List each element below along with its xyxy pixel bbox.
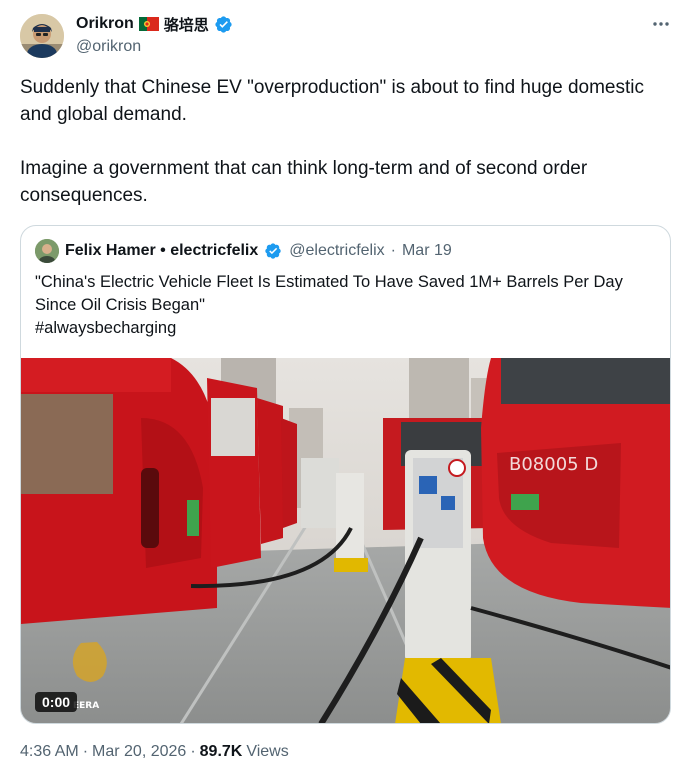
author-name[interactable]: Orikron (76, 15, 134, 33)
quoted-tweet[interactable]: Felix Hamer • electricfelix @electricfel… (20, 225, 671, 724)
more-horizontal-icon (652, 14, 670, 32)
views-label: Views (246, 743, 289, 760)
verified-badge-icon[interactable] (214, 15, 233, 34)
author-name-cjk: 骆培思 (163, 16, 209, 34)
quote-header: Felix Hamer • electricfelix @electricfel… (35, 239, 452, 263)
separator-dot: · (390, 242, 396, 259)
quote-text: "China's Electric Vehicle Fleet Is Estim… (35, 271, 660, 340)
portugal-flag-icon (138, 17, 159, 31)
video-thumbnail: B08005 D EERA (21, 358, 670, 723)
tweet: Orikron 骆培思 @orikron Suddenly that Chine… (0, 0, 692, 777)
more-options-button[interactable] (648, 12, 674, 34)
video-player[interactable]: B08005 D EERA 0:00 (21, 358, 670, 723)
separator-dot: · (82, 743, 89, 760)
tweet-meta: 4:36 AM · Mar 20, 2026 · 89.7K Views (20, 743, 289, 761)
quote-author-avatar[interactable] (35, 239, 59, 263)
quote-body: "China's Electric Vehicle Fleet Is Estim… (35, 273, 623, 314)
avatar-image (20, 14, 64, 58)
tweet-time[interactable]: 4:36 AM (20, 743, 79, 761)
bus-plate-text: B08005 D (509, 454, 598, 475)
tweet-paragraph: Suddenly that Chinese EV "overproduction… (20, 77, 644, 125)
tweet-date[interactable]: Mar 20, 2026 (92, 743, 186, 761)
views-count: 89.7K (199, 743, 243, 760)
author-handle[interactable]: @orikron (76, 38, 141, 56)
quote-hashtag[interactable]: #alwaysbecharging (35, 317, 660, 340)
video-time-badge: 0:00 (35, 692, 78, 712)
quote-author-handle[interactable]: @electricfelix (289, 242, 384, 260)
author-avatar[interactable] (20, 14, 64, 58)
tweet-paragraph: Imagine a government that can think long… (20, 158, 588, 206)
separator-dot: · (190, 743, 196, 760)
tweet-text: Suddenly that Chinese EV "overproduction… (20, 74, 670, 209)
quote-date[interactable]: Mar 19 (402, 242, 452, 260)
author-name-row: Orikron 骆培思 (76, 14, 233, 34)
quote-author-name[interactable]: Felix Hamer • electricfelix (65, 242, 258, 260)
verified-badge-icon[interactable] (264, 242, 283, 261)
